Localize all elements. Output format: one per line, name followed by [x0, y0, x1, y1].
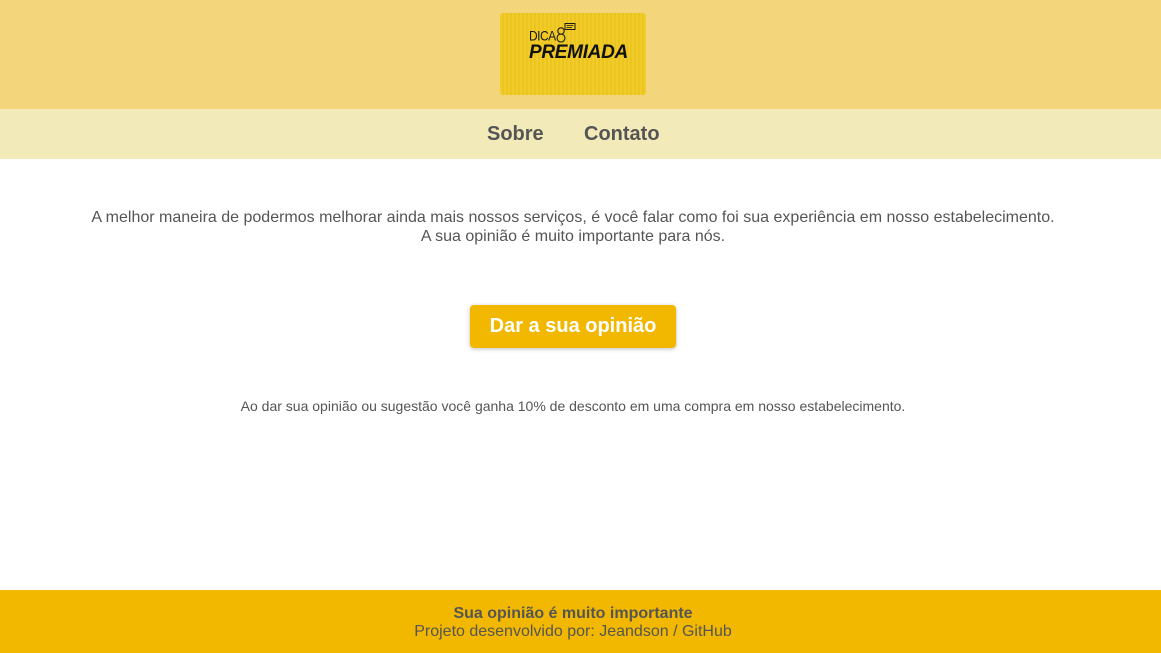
- site-header: DICA PREMIADA: [0, 0, 1161, 109]
- logo[interactable]: DICA PREMIADA: [500, 13, 646, 95]
- discount-text: Ao dar sua opinião ou sugestão você ganh…: [240, 398, 906, 414]
- github-link[interactable]: GitHub: [682, 623, 732, 640]
- main-nav: Sobre Contato: [0, 109, 1161, 159]
- author-link[interactable]: Jeandson: [599, 623, 668, 640]
- footer-separator: /: [673, 623, 678, 640]
- intro-line-1: A melhor maneira de podermos melhorar ai…: [91, 209, 1055, 226]
- logo-big-text: PREMIADA: [529, 42, 628, 63]
- logo-small-text: DICA: [529, 27, 556, 45]
- intro-line-2: A sua opinião é muito importante para nó…: [420, 228, 726, 245]
- intro-text: A melhor maneira de podermos melhorar ai…: [0, 208, 1146, 246]
- nav-link-contato[interactable]: Contato: [584, 123, 660, 145]
- footer-credit: Projeto desenvolvido por: Jeandson / Git…: [0, 623, 1146, 641]
- footer-title: Sua opinião é muito importante: [453, 605, 693, 622]
- chat-bubbles-icon: [556, 23, 576, 43]
- site-footer: Sua opinião é muito importante Projeto d…: [0, 590, 1161, 653]
- give-opinion-button[interactable]: Dar a sua opinião: [470, 305, 676, 348]
- nav-link-sobre[interactable]: Sobre: [487, 123, 544, 145]
- footer-credit-prefix: Projeto desenvolvido por:: [414, 623, 595, 640]
